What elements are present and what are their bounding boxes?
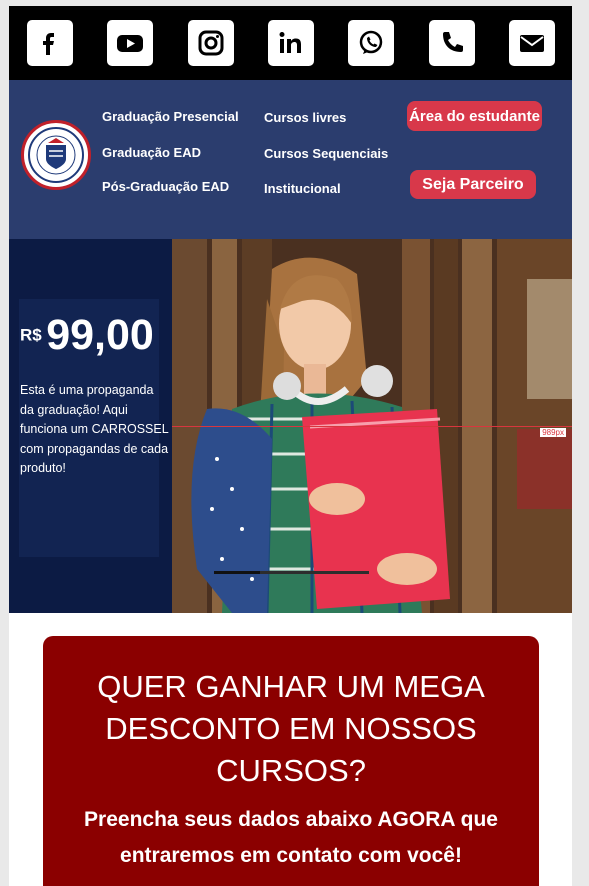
page: Graduação Presencial Graduação EAD Pós-G… — [9, 6, 572, 886]
facebook-icon[interactable] — [27, 20, 73, 66]
nav-cursos-sequenciais[interactable]: Cursos Sequenciais — [264, 146, 388, 161]
linkedin-icon[interactable] — [267, 20, 314, 66]
carousel-indicators[interactable] — [214, 571, 369, 574]
main-nav: Graduação Presencial Graduação EAD Pós-G… — [9, 80, 572, 239]
ruler-label: 989px — [540, 428, 566, 437]
nav-cursos-livres[interactable]: Cursos livres — [264, 110, 346, 125]
phone-icon[interactable] — [428, 20, 475, 66]
nav-graduacao-ead[interactable]: Graduação EAD — [102, 145, 201, 160]
partner-button[interactable]: Seja Parceiro — [410, 170, 536, 199]
nav-graduacao-presencial[interactable]: Graduação Presencial — [102, 109, 239, 124]
discount-banner: QUER GANHAR UM MEGA DESCONTO EM NOSSOS C… — [43, 636, 539, 886]
ruler-line — [172, 426, 572, 427]
institution-logo[interactable] — [21, 120, 91, 190]
promo-subtitle: Preencha seus dados abaixo AGORA que ent… — [84, 808, 498, 867]
carousel-indicator-active[interactable] — [214, 571, 260, 574]
hero-ad-panel: R$ 99,00 Esta é uma propaganda da gradua… — [9, 239, 172, 613]
youtube-icon[interactable] — [107, 20, 154, 66]
social-bar — [9, 6, 572, 80]
promo-title: QUER GANHAR UM MEGA DESCONTO EM NOSSOS C… — [97, 669, 485, 788]
nav-institucional[interactable]: Institucional — [264, 181, 341, 196]
instagram-icon[interactable] — [187, 20, 234, 66]
email-icon[interactable] — [508, 20, 555, 66]
hero-ad-text: Esta é uma propaganda da graduação! Aqui… — [20, 383, 169, 475]
hero-carousel: R$ 99,00 Esta é uma propaganda da gradua… — [9, 239, 572, 613]
whatsapp-icon[interactable] — [348, 20, 395, 66]
price-value: 99,00 — [46, 311, 154, 359]
price-currency: R$ — [20, 325, 42, 345]
hero-price: R$ 99,00 — [20, 311, 154, 360]
nav-pos-graduacao-ead[interactable]: Pós-Graduação EAD — [102, 179, 229, 194]
student-area-button[interactable]: Área do estudante — [407, 101, 542, 131]
